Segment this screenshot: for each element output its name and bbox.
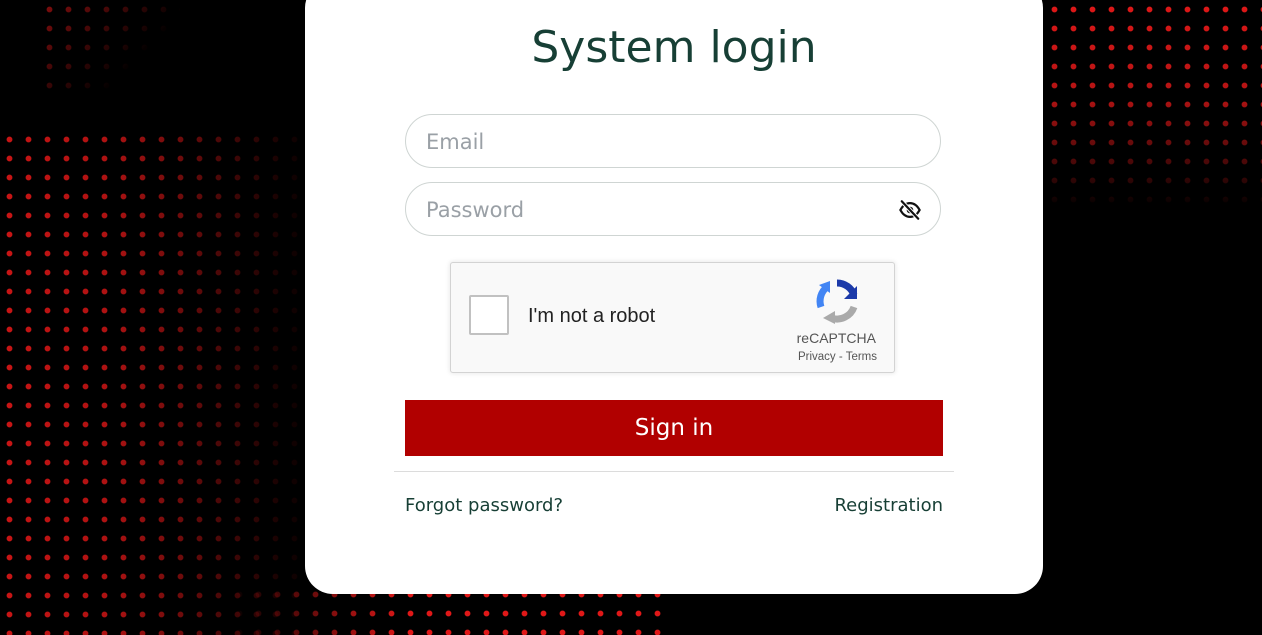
password-field[interactable] [424,183,888,237]
email-field-wrapper [405,114,941,169]
recaptcha-privacy-link[interactable]: Privacy [798,351,836,363]
recaptcha-link-separator: - [835,351,846,363]
recaptcha-links: Privacy - Terms [798,351,877,363]
recaptcha-widget: I'm not a robot reCAPTCHA Privacy - Term… [450,262,895,373]
password-field-wrapper [405,182,941,237]
background-dot-pattern [1045,0,1262,210]
page-title: System login [531,22,817,73]
recaptcha-logo-icon [816,279,858,324]
recaptcha-brand: reCAPTCHA [796,330,876,346]
background-dot-pattern [0,130,320,635]
eye-off-icon[interactable] [898,199,922,221]
recaptcha-checkbox[interactable] [469,295,509,335]
sign-in-button[interactable]: Sign in [405,400,943,456]
registration-link[interactable]: Registration [834,495,943,516]
login-card: System login I'm not a robot reCAPTCHA P… [305,0,1043,594]
divider [394,471,954,472]
background-dot-pattern [40,0,180,90]
recaptcha-terms-link[interactable]: Terms [846,351,877,363]
email-field[interactable] [424,115,888,169]
recaptcha-label: I'm not a robot [528,305,656,327]
forgot-password-link[interactable]: Forgot password? [405,495,563,516]
